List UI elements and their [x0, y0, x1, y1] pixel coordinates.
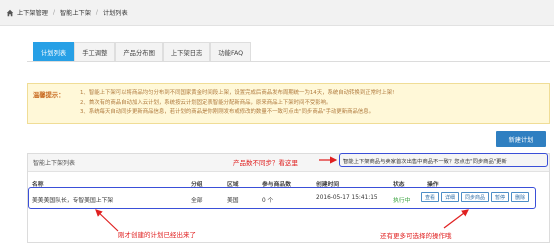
row-category: 全部 — [191, 198, 203, 204]
tab-faq[interactable]: 功能FAQ — [210, 42, 252, 61]
notice-line: 2、首次有的商品自动加入云计划，系统按云计划固定表智能分配新商品，原来商品上下架… — [80, 99, 332, 106]
annotation-sync-tip: 智能上下架商品与卖家首次出售中商品不一致？您点击"同步商品"更新 — [343, 159, 507, 165]
notice-box: 温馨提示： 1、智能上下架可以将商品均匀分布到不同国家黄金时间段上架，设置完成后… — [27, 83, 550, 124]
row-name[interactable]: 美美美国队长，专智美国上下架 — [32, 195, 113, 204]
tab-plan-list[interactable]: 计划列表 — [33, 42, 75, 61]
notice-lines: 1、智能上下架可以将商品均匀分布到不同国家黄金时间段上架，设置完成后商品发布周期… — [80, 89, 394, 118]
tab-manual-adjust[interactable]: 手工调整 — [74, 42, 116, 61]
new-plan-button[interactable]: 新建计划 — [496, 131, 546, 147]
tab-product-distribution[interactable]: 产品分布图 — [115, 42, 163, 61]
row-created: 2016-05-17 15:41:15 — [316, 195, 378, 201]
breadcrumb-item-plan-list: 计划列表 — [102, 10, 128, 17]
view-button[interactable]: 查看 — [421, 192, 440, 202]
home-icon — [6, 9, 14, 16]
breadcrumb: 上下架管理 / 智能上下架 / 计划列表 — [0, 0, 554, 26]
notice-line: 1、智能上下架可以将商品均匀分布到不同国家黄金时间段上架，设置完成后商品发布周期… — [80, 90, 395, 96]
row-status: 执行中 — [393, 198, 411, 204]
tab-listing-log[interactable]: 上下架日志 — [162, 42, 211, 61]
annotation-sync-question: 产品数不同步？看这里 — [233, 159, 298, 167]
breadcrumb-item-listing-management[interactable]: 上下架管理 — [17, 8, 48, 17]
annotation-more-ops: 还有更多可选择的操作哦 — [380, 232, 452, 240]
table-row: 美美美国队长，专智美国上下架 全部 美国 0 个 2016-05-17 15:4… — [27, 189, 550, 207]
pause-button[interactable]: 暂停 — [491, 192, 510, 202]
notice-line: 3、系统每天自动同步更新商品信息，若计划的商品是你刚刚发布或修改的数量不一致可点… — [80, 109, 375, 115]
tab-divider — [27, 61, 550, 62]
row-count: 0 个 — [262, 198, 274, 204]
row-region: 美国 — [227, 198, 239, 204]
annotation-just-created: 刚才创建的计划已经出来了 — [118, 231, 196, 239]
row-operations: 查看 详细 同步商品 暂停 删除 — [421, 192, 531, 202]
breadcrumb-separator: / — [52, 9, 55, 16]
breadcrumb-item-smart-listing[interactable]: 智能上下架 — [60, 8, 91, 17]
details-button[interactable]: 详细 — [441, 192, 460, 202]
notice-label: 温馨提示： — [33, 92, 65, 99]
sync-products-button[interactable]: 同步商品 — [461, 192, 490, 202]
delete-button[interactable]: 删除 — [511, 192, 530, 202]
tab-bar: 计划列表 手工调整 产品分布图 上下架日志 功能FAQ — [33, 42, 252, 61]
breadcrumb-separator: / — [95, 9, 98, 16]
